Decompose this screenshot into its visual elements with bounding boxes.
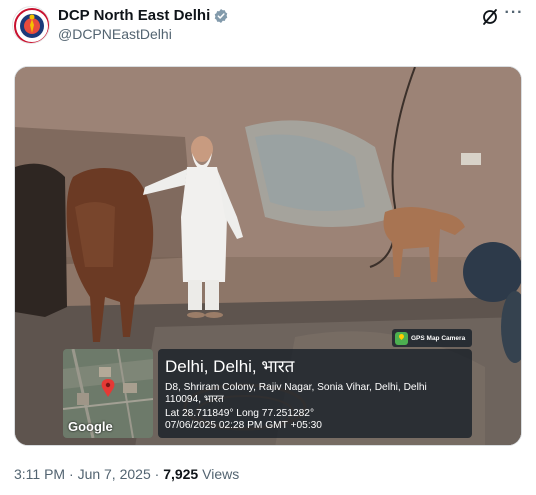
author-handle[interactable]: @DCPNEastDelhi xyxy=(58,26,172,42)
gps-app-label: GPS Map Camera xyxy=(411,334,466,342)
location-info-box: Delhi, Delhi, भारत D8, Shriram Colony, R… xyxy=(158,349,472,438)
grok-icon[interactable] xyxy=(480,7,500,27)
author-name-row: DCP North East Delhi xyxy=(58,7,229,25)
tweet-photo[interactable]: GPS Map Camera Google Delhi, Delhi, भारत… xyxy=(14,66,522,446)
delhi-police-emblem-icon xyxy=(14,8,49,43)
photo-datetime: 07/06/2025 02:28 PM GMT +05:30 xyxy=(165,420,322,431)
gps-camera-icon xyxy=(395,331,408,345)
tweet: DCP North East Delhi @DCPNEastDelhi ··· xyxy=(0,0,536,495)
gps-overlay: Google Delhi, Delhi, भारत D8, Shriram Co… xyxy=(63,349,472,441)
location-address: D8, Shriram Colony, Rajiv Nagar, Sonia V… xyxy=(165,382,427,405)
map-attribution: Google xyxy=(68,419,113,434)
views-count[interactable]: 7,925 xyxy=(163,466,198,482)
location-coordinates: Lat 28.711849° Long 77.251282° xyxy=(165,408,315,419)
gps-map-camera-logo: GPS Map Camera xyxy=(392,329,472,347)
views-label: Views xyxy=(202,466,240,482)
more-options-icon[interactable]: ··· xyxy=(504,5,524,26)
verified-badge-icon[interactable] xyxy=(213,8,229,24)
map-thumbnail: Google xyxy=(63,349,153,438)
tweet-time[interactable]: 3:11 PM xyxy=(14,466,65,482)
avatar[interactable] xyxy=(12,6,50,44)
tweet-date[interactable]: Jun 7, 2025 xyxy=(78,466,151,482)
tweet-metadata: 3:11 PM · Jun 7, 2025 · 7,925 Views xyxy=(14,466,239,483)
meta-separator: · xyxy=(154,466,160,482)
meta-separator: · xyxy=(69,466,74,482)
author-display-name[interactable]: DCP North East Delhi xyxy=(58,7,210,25)
location-title: Delhi, Delhi, भारत xyxy=(165,357,295,376)
